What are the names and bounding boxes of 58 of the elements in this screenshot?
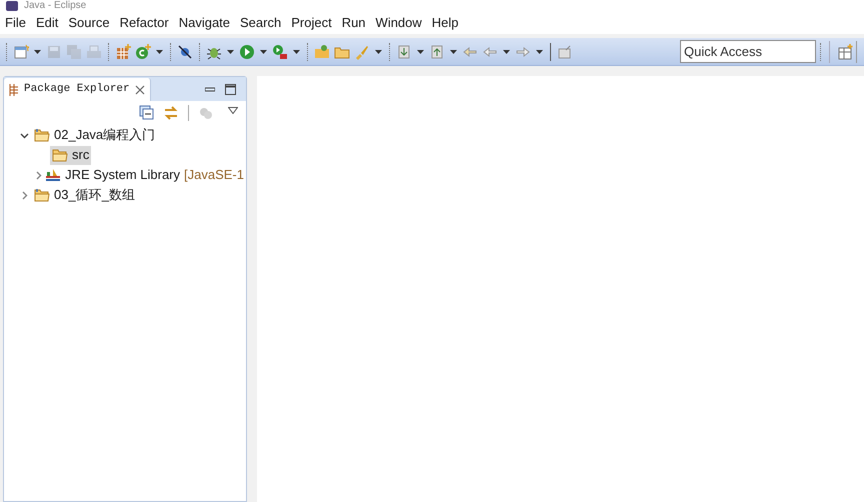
tree-item[interactable]: 03_循环_数组 <box>32 186 137 204</box>
expand-chevron-icon[interactable] <box>34 170 44 180</box>
project-folder-icon <box>34 128 50 142</box>
tree-item-label: 02_Java编程入门 <box>54 126 156 144</box>
view-tab[interactable]: Package Explorer <box>4 78 151 101</box>
next-annotation-icon[interactable] <box>396 44 412 60</box>
open-folder-icon[interactable] <box>314 44 330 60</box>
class-plus-icon[interactable] <box>135 44 151 60</box>
previous-annotation-icon[interactable] <box>429 44 445 60</box>
dropdown-caret-icon[interactable] <box>417 50 424 54</box>
new-window-icon[interactable] <box>13 44 29 60</box>
skip-breakpoints-icon[interactable] <box>177 44 193 60</box>
menu-item[interactable]: Source <box>63 13 115 33</box>
dropdown-caret-icon[interactable] <box>450 50 457 54</box>
quick-access-field[interactable]: Quick Access <box>680 40 816 63</box>
menu-item[interactable]: Run <box>336 13 371 33</box>
tree-item-decoration: [JavaSE-1 <box>184 166 244 184</box>
dropdown-caret-icon[interactable] <box>260 50 267 54</box>
perspective-icon[interactable] <box>838 44 854 60</box>
project-folder-icon <box>34 188 50 202</box>
window-title: Java - Eclipse <box>24 1 86 11</box>
tree-item-label: src <box>72 146 90 164</box>
menu-item[interactable]: Navigate <box>174 13 236 33</box>
dropdown-caret-icon[interactable] <box>375 50 382 54</box>
collapse-chevron-icon[interactable] <box>20 130 28 140</box>
view-menu-icon[interactable] <box>228 106 238 114</box>
tree-item-label: JRE System Library <box>65 166 180 184</box>
dropdown-caret-icon[interactable] <box>293 50 300 54</box>
menu-item[interactable]: Refactor <box>114 13 174 33</box>
package-icon <box>9 84 19 96</box>
dropdown-caret-icon[interactable] <box>156 50 163 54</box>
tree-item[interactable]: src <box>50 146 92 164</box>
menu-item[interactable]: File <box>0 13 31 33</box>
link-arrows-icon[interactable] <box>163 105 179 121</box>
maximize-icon[interactable] <box>225 84 236 95</box>
collapse-all-icon[interactable] <box>139 105 155 121</box>
close-icon[interactable] <box>134 84 145 94</box>
run-toolbox-icon[interactable] <box>272 44 288 60</box>
view-tab-title: Package Explorer <box>24 82 130 98</box>
dropdown-caret-icon[interactable] <box>34 50 41 54</box>
library-books-icon <box>45 168 62 182</box>
expand-chevron-icon[interactable] <box>20 190 28 200</box>
tree-item[interactable]: 02_Java编程入门 <box>32 126 158 144</box>
tree-item-label: 03_循环_数组 <box>54 186 135 204</box>
menu-item[interactable]: Help <box>426 13 464 33</box>
menu-item[interactable]: Edit <box>30 13 64 33</box>
dropdown-caret-icon[interactable] <box>536 50 543 54</box>
run-icon[interactable] <box>239 44 255 60</box>
menu-item[interactable]: Window <box>370 13 427 33</box>
grid-plus-icon[interactable] <box>115 44 131 60</box>
minimize-icon[interactable] <box>205 84 215 94</box>
source-folder-icon <box>52 148 68 162</box>
menu-item[interactable]: Project <box>286 13 337 33</box>
menu-item[interactable]: Search <box>235 13 286 33</box>
app-icon <box>6 1 18 11</box>
dropdown-caret-icon[interactable] <box>227 50 234 54</box>
dropdown-caret-icon[interactable] <box>503 50 510 54</box>
tree-item[interactable]: JRE System Library [JavaSE-1 <box>43 166 246 184</box>
